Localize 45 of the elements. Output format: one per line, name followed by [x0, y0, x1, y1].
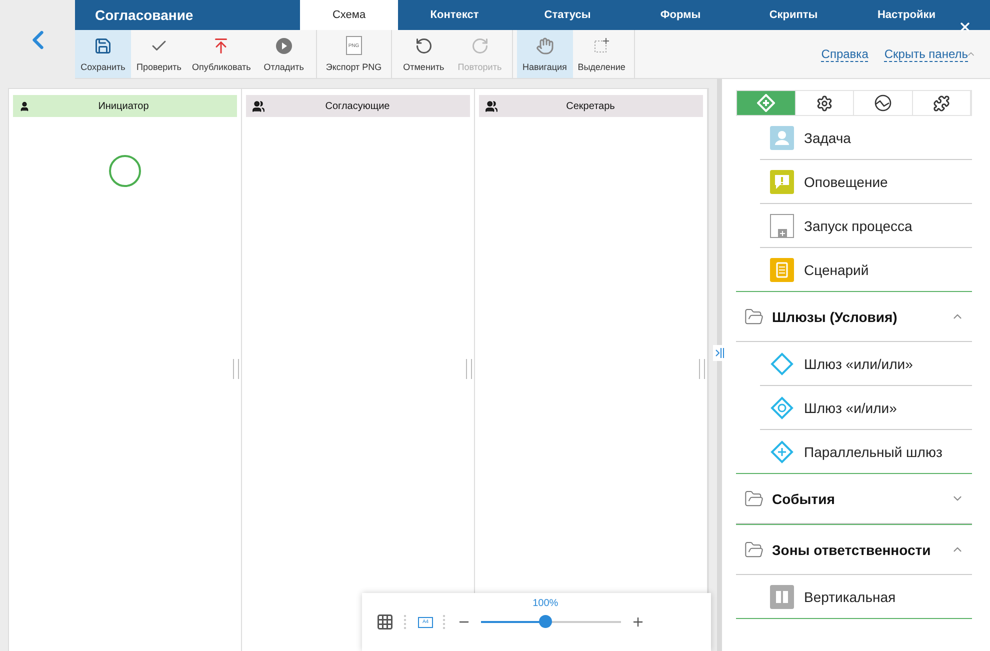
- toolbar-button[interactable]: Выделение: [572, 30, 630, 78]
- item-label: Сценарий: [804, 262, 869, 278]
- group-header[interactable]: События: [736, 474, 972, 524]
- group-title: События: [772, 490, 836, 506]
- toolbar-button[interactable]: Навигация: [516, 30, 573, 78]
- item-label: Запуск процесса: [804, 218, 912, 234]
- palette-item[interactable]: Шлюз «или/или»: [760, 342, 972, 386]
- toolbar-button[interactable]: Отладить: [256, 30, 312, 78]
- tab[interactable]: Скрипты: [737, 0, 850, 30]
- palette-item[interactable]: Сценарий: [760, 248, 972, 291]
- toolbar-button[interactable]: Проверить: [131, 30, 187, 78]
- toolbar-button[interactable]: Опубликовать: [187, 30, 256, 78]
- palette-item[interactable]: Вертикальная: [760, 575, 972, 618]
- item-label: Шлюз «и/или»: [804, 400, 897, 416]
- item-label: Вертикальная: [804, 588, 896, 604]
- toolbar-button[interactable]: Отменить: [396, 30, 452, 78]
- zoom-reading: 100%: [532, 598, 558, 609]
- lane-title: Согласующие: [324, 100, 391, 112]
- lane-header[interactable]: Согласующие: [246, 95, 470, 117]
- group-header[interactable]: Зоны ответственности: [736, 525, 972, 575]
- tab[interactable]: Контекст: [398, 0, 511, 30]
- group-header[interactable]: Шлюзы (Условия): [736, 292, 972, 342]
- item-label: Задача: [804, 130, 851, 146]
- lane-header[interactable]: Секретарь: [479, 95, 703, 117]
- process-title: Согласование: [94, 6, 194, 25]
- tab[interactable]: Статусы: [511, 0, 624, 30]
- palette-item[interactable]: Оповещение: [760, 160, 972, 204]
- tab[interactable]: Формы: [624, 0, 737, 30]
- palette-item[interactable]: Запуск процесса: [760, 204, 972, 248]
- item-label: Оповещение: [804, 174, 888, 190]
- group-title: Зоны ответственности: [772, 542, 932, 558]
- item-label: Шлюз «или/или»: [804, 356, 913, 372]
- tab[interactable]: Настройки: [850, 0, 963, 30]
- palette-item[interactable]: Задача: [760, 116, 972, 160]
- group-title: Шлюзы (Условия): [772, 308, 898, 324]
- tab[interactable]: Схема: [300, 0, 398, 30]
- palette-item[interactable]: Параллельный шлюз: [760, 430, 972, 473]
- lane-header[interactable]: Инициатор: [13, 95, 237, 117]
- help-link[interactable]: Скрыть панель: [884, 46, 968, 62]
- toolbar-button[interactable]: Сохранить: [75, 30, 131, 78]
- help-link[interactable]: Справка: [821, 46, 868, 62]
- lane-title: Инициатор: [97, 100, 150, 112]
- palette-item[interactable]: Шлюз «и/или»: [760, 386, 972, 430]
- item-label: Параллельный шлюз: [804, 444, 942, 460]
- lane-title: Секретарь: [565, 100, 616, 112]
